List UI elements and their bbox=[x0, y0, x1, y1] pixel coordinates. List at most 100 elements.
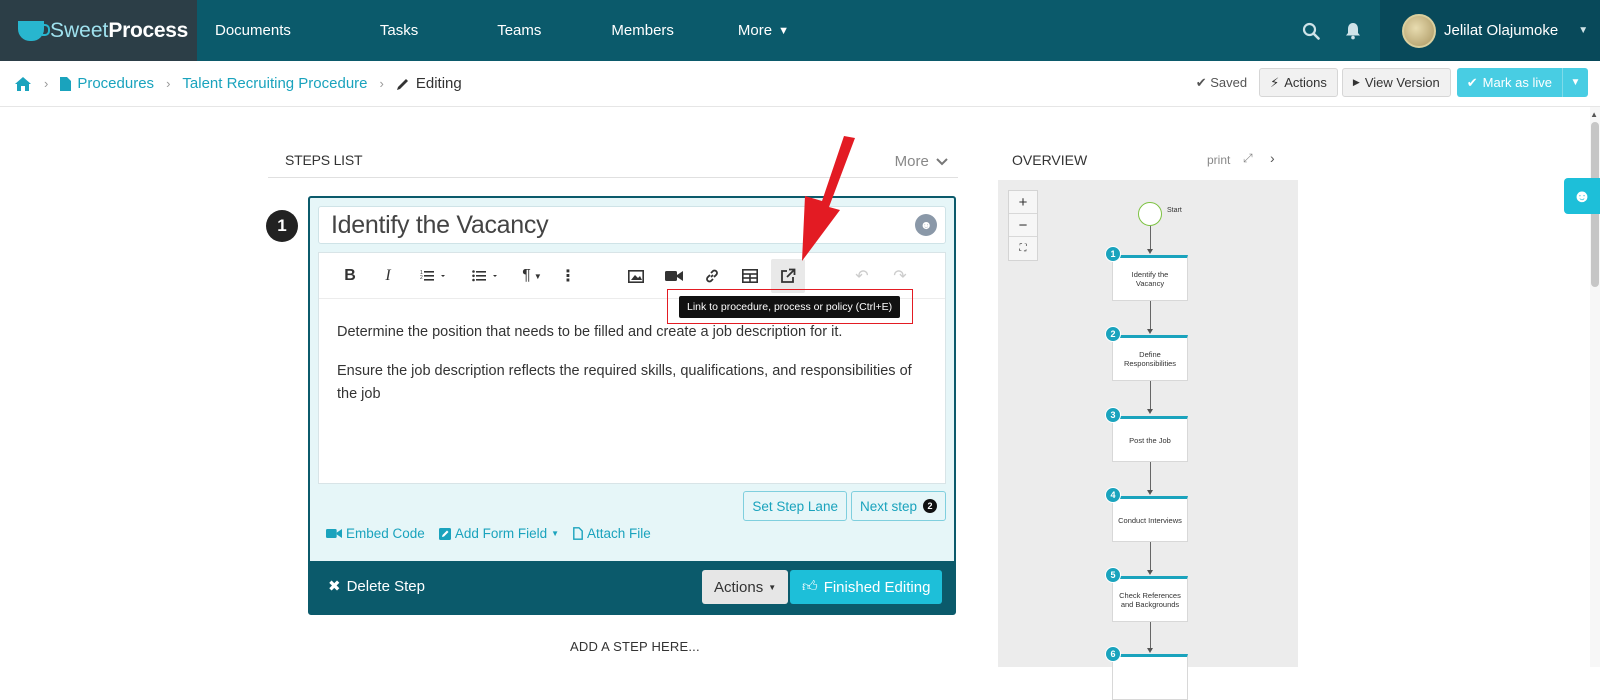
bell-icon[interactable] bbox=[1332, 0, 1374, 61]
toolbar-tooltip: Link to procedure, process or policy (Ct… bbox=[679, 296, 901, 318]
flow-connector bbox=[1150, 542, 1151, 570]
caret-right-icon: ▶ bbox=[1352, 77, 1360, 87]
check-icon: ✔ bbox=[1466, 74, 1478, 90]
flow-step-number: 1 bbox=[1105, 246, 1121, 262]
step-editor: Identify the Vacancy ☻ B I 12 ¶ ▼ ⋮ ↶ ↷ … bbox=[308, 196, 956, 615]
close-icon: ✖ bbox=[328, 578, 341, 595]
zoom-out-button[interactable]: − bbox=[1009, 214, 1037, 237]
expand-icon[interactable]: ⤢ bbox=[1243, 151, 1253, 166]
chevron-right-icon[interactable]: › bbox=[1270, 150, 1275, 166]
avatar bbox=[1402, 13, 1436, 48]
nav-teams[interactable]: Teams bbox=[497, 0, 541, 61]
flow-step-number: 2 bbox=[1105, 326, 1121, 342]
bolt-icon: ⚡︎ bbox=[1270, 74, 1280, 90]
flow-arrow bbox=[1147, 648, 1153, 653]
flow-step-number: 5 bbox=[1105, 567, 1121, 583]
bullet-list-icon[interactable] bbox=[465, 261, 505, 291]
zoom-controls: + − ⛶ bbox=[1008, 190, 1038, 261]
link-to-procedure-icon[interactable] bbox=[771, 259, 805, 293]
main-nav: Documents Tasks Teams Members More ▼ bbox=[197, 0, 789, 61]
zoom-in-button[interactable]: + bbox=[1009, 191, 1037, 214]
mark-as-live-button[interactable]: ✔ Mark as live bbox=[1456, 68, 1562, 97]
embed-code-link[interactable]: Embed Code bbox=[326, 526, 425, 541]
undo-icon[interactable]: ↶ bbox=[847, 261, 877, 291]
breadcrumb-separator: › bbox=[379, 76, 384, 91]
view-version-button[interactable]: ▶ View Version bbox=[1341, 68, 1451, 97]
flow-start-label: Start bbox=[1167, 207, 1182, 214]
flow-step-number: 6 bbox=[1105, 646, 1121, 662]
user-menu[interactable]: Jelilat Olajumoke ▼ bbox=[1380, 0, 1600, 61]
user-name: Jelilat Olajumoke bbox=[1444, 22, 1559, 39]
step-editor-footer: ✖ Delete Step Actions ▼ 👍︎ Finished Edit… bbox=[310, 561, 954, 613]
nav-documents[interactable]: Documents bbox=[215, 0, 291, 61]
breadcrumb-procedure-name[interactable]: Talent Recruiting Procedure bbox=[182, 75, 367, 92]
flow-step-box[interactable] bbox=[1112, 654, 1188, 700]
mark-as-live-dropdown[interactable]: ▼ bbox=[1562, 68, 1588, 97]
sweetprocess-logo[interactable]: SweetProcess bbox=[0, 0, 197, 61]
breadcrumb: › Procedures › Talent Recruiting Procedu… bbox=[0, 61, 1600, 107]
flow-step-box[interactable]: Check References and Backgrounds bbox=[1112, 576, 1188, 622]
overview-canvas[interactable]: + − ⛶ Start Identify the Vacancy 1 Defin… bbox=[998, 180, 1298, 700]
flow-connector bbox=[1150, 462, 1151, 490]
actions-button[interactable]: ⚡︎ Actions bbox=[1259, 68, 1338, 97]
finished-editing-button[interactable]: 👍︎ Finished Editing bbox=[790, 570, 943, 604]
step-actions-button[interactable]: Actions ▼ bbox=[702, 570, 789, 604]
search-icon[interactable] bbox=[1290, 0, 1332, 61]
nav-more[interactable]: More ▼ bbox=[738, 0, 789, 61]
breadcrumb-procedures[interactable]: Procedures bbox=[60, 75, 154, 92]
overview-title: OVERVIEW bbox=[1012, 152, 1088, 168]
step-content-editor[interactable]: B I 12 ¶ ▼ ⋮ ↶ ↷ Determine the position … bbox=[318, 252, 946, 484]
flow-step-number: 3 bbox=[1105, 407, 1121, 423]
flow-arrow bbox=[1147, 490, 1153, 495]
bold-icon[interactable]: B bbox=[335, 261, 365, 291]
flow-arrow bbox=[1147, 329, 1153, 334]
ai-bot-icon[interactable]: ☻ bbox=[915, 214, 937, 236]
file-icon bbox=[573, 527, 583, 540]
flow-connector bbox=[1150, 226, 1151, 250]
thumbs-up-icon: 👍︎ bbox=[802, 578, 818, 595]
italic-icon[interactable]: I bbox=[373, 261, 403, 291]
chevron-down-icon: ▼ bbox=[551, 529, 560, 538]
overview-panel: OVERVIEW print ⤢ › + − ⛶ Start Identify … bbox=[998, 140, 1298, 700]
pencil-icon bbox=[396, 78, 408, 90]
flow-step-box[interactable]: Conduct Interviews bbox=[1112, 496, 1188, 542]
ai-assistant-icon[interactable]: ☻ bbox=[1564, 178, 1600, 214]
fit-view-button[interactable]: ⛶ bbox=[1009, 237, 1037, 260]
more-options-icon[interactable]: ⋮ bbox=[553, 261, 583, 291]
print-link[interactable]: print bbox=[1207, 153, 1230, 167]
flow-arrow bbox=[1147, 249, 1153, 254]
next-step-badge: 2 bbox=[923, 499, 937, 513]
chevron-down-icon: ▼ bbox=[778, 24, 789, 37]
step-title-input[interactable]: Identify the Vacancy ☻ bbox=[318, 206, 946, 244]
flow-step-box[interactable]: Post the Job bbox=[1112, 416, 1188, 462]
step-number-badge: 1 bbox=[266, 210, 298, 242]
set-step-lane-button[interactable]: Set Step Lane bbox=[743, 491, 847, 521]
video-icon[interactable] bbox=[659, 261, 689, 291]
nav-members[interactable]: Members bbox=[611, 0, 674, 61]
steps-more-button[interactable]: More bbox=[895, 153, 948, 170]
redo-icon[interactable]: ↷ bbox=[885, 261, 915, 291]
link-icon[interactable] bbox=[697, 261, 727, 291]
attach-file-link[interactable]: Attach File bbox=[573, 526, 651, 541]
add-form-field-link[interactable]: Add Form Field ▼ bbox=[438, 526, 560, 541]
image-icon[interactable] bbox=[621, 261, 651, 291]
nav-tasks[interactable]: Tasks bbox=[380, 0, 418, 61]
add-step-link[interactable]: ADD A STEP HERE... bbox=[570, 639, 700, 654]
paragraph-format-icon[interactable]: ¶ ▼ bbox=[515, 261, 549, 291]
next-step-button[interactable]: Next step 2 bbox=[850, 491, 946, 521]
home-icon[interactable] bbox=[14, 76, 32, 92]
delete-step-button[interactable]: ✖ Delete Step bbox=[328, 577, 425, 596]
flow-arrow bbox=[1147, 570, 1153, 575]
flow-start-node[interactable] bbox=[1138, 202, 1162, 226]
cup-icon bbox=[18, 20, 50, 41]
caret-down-icon: ▼ bbox=[768, 582, 777, 592]
steps-list-title: STEPS LIST bbox=[285, 152, 363, 168]
flow-connector bbox=[1150, 622, 1151, 648]
svg-text:2: 2 bbox=[420, 275, 423, 281]
table-icon[interactable] bbox=[735, 261, 765, 291]
flow-step-box[interactable]: Define Responsibilities bbox=[1112, 335, 1188, 381]
flow-step-box[interactable]: Identify the Vacancy bbox=[1112, 255, 1188, 301]
scroll-up-icon[interactable]: ▲ bbox=[1590, 110, 1598, 119]
breadcrumb-current: Editing bbox=[396, 75, 462, 92]
ordered-list-icon[interactable]: 12 bbox=[413, 261, 453, 291]
